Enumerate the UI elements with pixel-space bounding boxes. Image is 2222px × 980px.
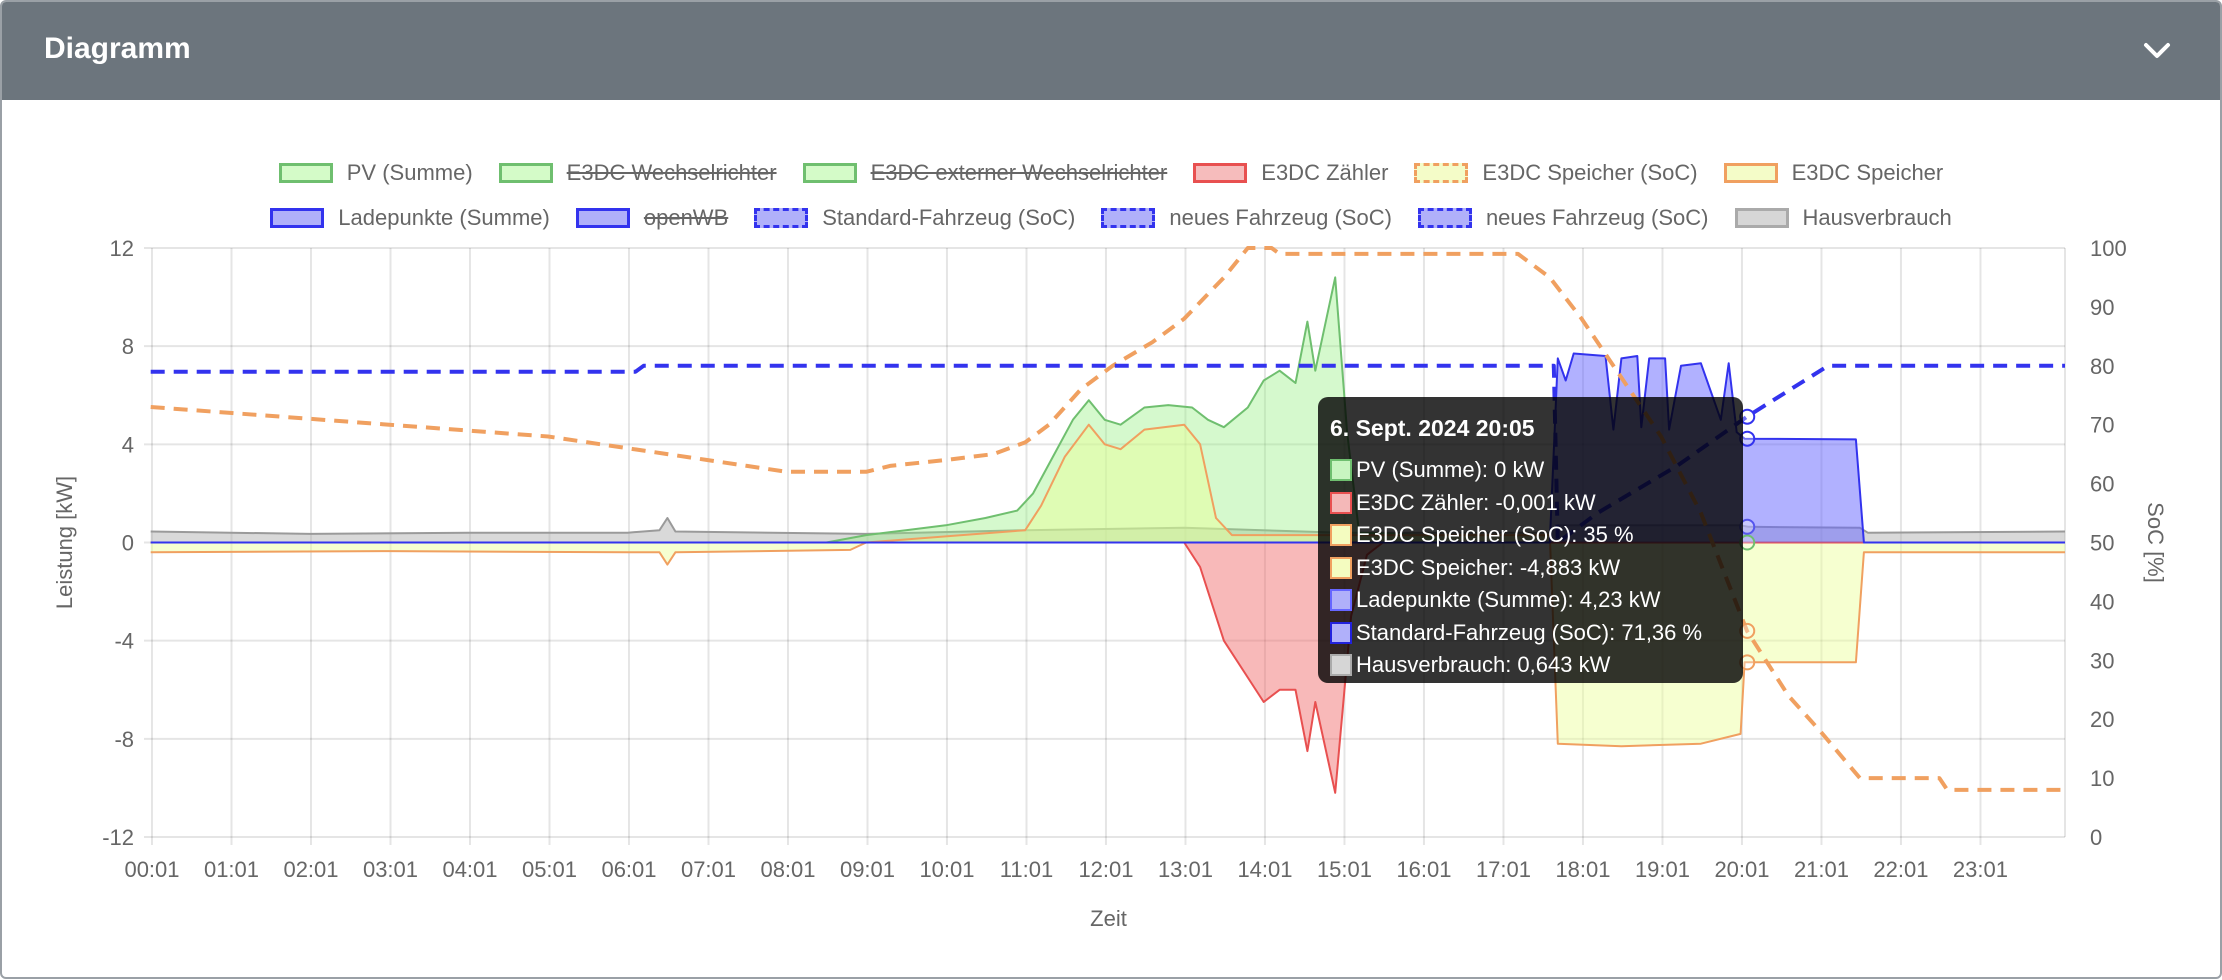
x-tick-label: 10:01 — [919, 857, 974, 882]
x-tick-label: 19:01 — [1635, 857, 1690, 882]
tooltip-swatch — [1330, 491, 1352, 514]
y2-tick-label: 90 — [2090, 295, 2114, 320]
x-axis-title: Zeit — [1090, 906, 1127, 931]
x-tick-label: 13:01 — [1158, 857, 1213, 882]
tooltip-row-text: E3DC Speicher: -4,883 kW — [1356, 554, 1621, 580]
x-tick-label: 23:01 — [1953, 857, 2008, 882]
tooltip-swatch — [1330, 524, 1352, 547]
x-tick-label: 17:01 — [1476, 857, 1531, 882]
y2-tick-label: 80 — [2090, 354, 2114, 379]
y-tick-label: 12 — [110, 236, 134, 261]
tooltip-swatch — [1330, 556, 1352, 579]
y-tick-label: 0 — [122, 531, 134, 556]
x-tick-label: 18:01 — [1555, 857, 1610, 882]
y2-tick-label: 10 — [2090, 766, 2114, 791]
tooltip-row-text: Hausverbrauch: 0,643 kW — [1356, 652, 1611, 678]
x-tick-label: 20:01 — [1714, 857, 1769, 882]
y-tick-label: -12 — [102, 825, 134, 850]
x-tick-label: 07:01 — [681, 857, 736, 882]
y2-tick-label: 50 — [2090, 531, 2114, 556]
x-tick-label: 12:01 — [1078, 857, 1133, 882]
x-tick-label: 06:01 — [601, 857, 656, 882]
x-tick-label: 11:01 — [1000, 857, 1053, 882]
y2-tick-label: 70 — [2090, 413, 2114, 438]
tooltip-row-text: E3DC Speicher (SoC): 35 % — [1356, 522, 1634, 548]
tooltip-row: PV (Summe): 0 kW — [1330, 454, 1731, 487]
tooltip-swatch — [1330, 654, 1352, 677]
y2-axis-title: SoC [%] — [2143, 502, 2168, 583]
x-tick-label: 02:01 — [283, 857, 338, 882]
power-chart: 12840-4-8-12100908070605040302010000:01 0… — [52, 236, 2168, 931]
y2-tick-label: 30 — [2090, 648, 2114, 673]
tooltip-row: E3DC Speicher: -4,883 kW — [1330, 552, 1731, 585]
tooltip-row: E3DC Speicher (SoC): 35 % — [1330, 519, 1731, 552]
y-tick-label: -4 — [114, 629, 134, 654]
y2-tick-label: 100 — [2090, 236, 2127, 261]
x-tick-label: 01:01 — [204, 857, 259, 882]
tooltip-row-text: Standard-Fahrzeug (SoC): 71,36 % — [1356, 619, 1703, 645]
tooltip-row: E3DC Zähler: -0,001 kW — [1330, 487, 1731, 520]
x-tick-label: 22:01 — [1873, 857, 1928, 882]
tooltip-row-text: Ladepunkte (Summe): 4,23 kW — [1356, 587, 1661, 613]
x-tick-label: 00:01 — [124, 857, 179, 882]
y2-tick-label: 40 — [2090, 589, 2114, 614]
chart-tooltip: 6. Sept. 2024 20:05 PV (Summe): 0 kW E3DC… — [1318, 397, 1743, 683]
y-tick-label: 8 — [122, 334, 134, 359]
y2-tick-label: 60 — [2090, 472, 2114, 497]
y2-tick-label: 20 — [2090, 707, 2114, 732]
x-tick-label: 21:01 — [1794, 857, 1849, 882]
y-tick-label: 4 — [122, 432, 134, 457]
y2-tick-label: 0 — [2090, 825, 2102, 850]
x-tick-label: 05:01 — [522, 857, 577, 882]
y-axis-title: Leistung [kW] — [52, 476, 77, 609]
tooltip-swatch — [1330, 589, 1352, 612]
tooltip-swatch — [1330, 621, 1352, 644]
x-tick-label: 15:01 — [1317, 857, 1372, 882]
tooltip-row-text: E3DC Zähler: -0,001 kW — [1356, 489, 1596, 515]
tooltip-row: Hausverbrauch: 0,643 kW — [1330, 649, 1731, 682]
y-tick-label: -8 — [114, 727, 134, 752]
tooltip-row: Standard-Fahrzeug (SoC): 71,36 % — [1330, 617, 1731, 650]
tooltip-row: Ladepunkte (Summe): 4,23 kW — [1330, 584, 1731, 617]
x-tick-label: 16:01 — [1396, 857, 1451, 882]
tooltip-swatch — [1330, 459, 1352, 482]
x-tick-label: 04:01 — [442, 857, 497, 882]
x-tick-label: 09:01 — [840, 857, 895, 882]
tooltip-row-text: PV (Summe): 0 kW — [1356, 457, 1545, 483]
x-tick-label: 03:01 — [363, 857, 418, 882]
x-tick-label: 08:01 — [760, 857, 815, 882]
x-tick-label: 14:01 — [1237, 857, 1292, 882]
tooltip-title: 6. Sept. 2024 20:05 — [1330, 415, 1535, 441]
